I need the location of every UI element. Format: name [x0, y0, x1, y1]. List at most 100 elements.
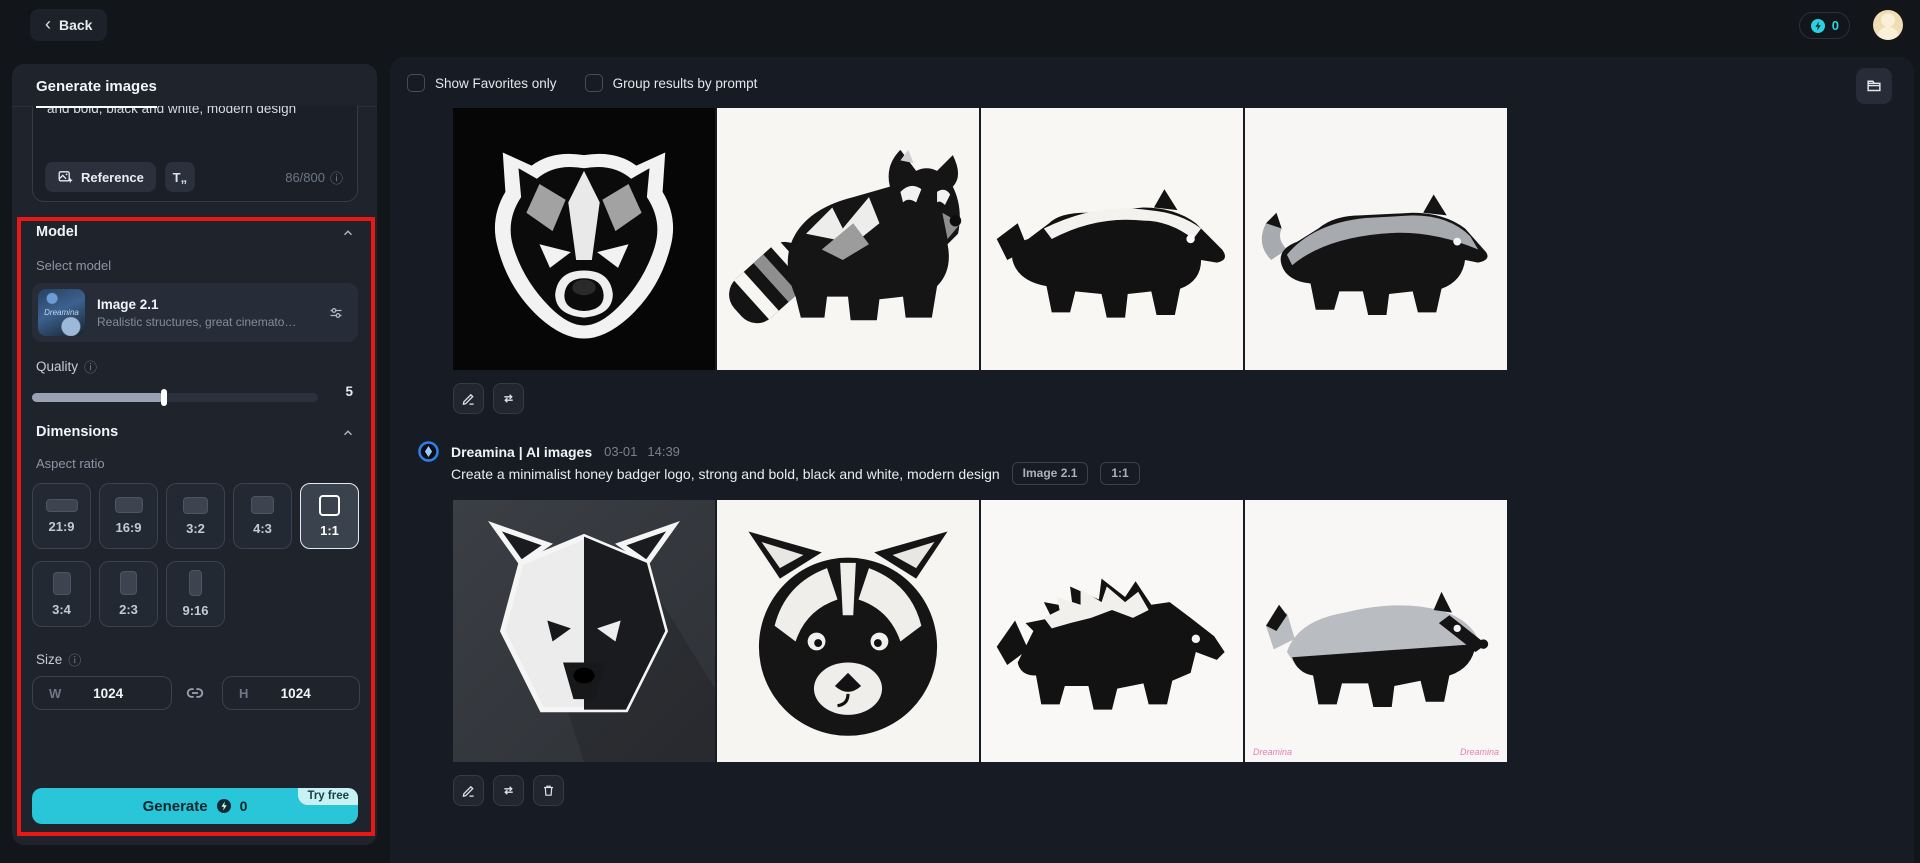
- show-favorites-checkbox[interactable]: [407, 74, 425, 92]
- model-thumbnail: Dreamina: [38, 289, 85, 336]
- generation-row-current: Dreamina Dreamina: [453, 500, 1507, 762]
- pencil-icon: [461, 783, 476, 798]
- back-button[interactable]: ‹ Back: [30, 9, 108, 41]
- ratio-tag[interactable]: 1:1: [1100, 462, 1140, 485]
- quality-slider[interactable]: [32, 389, 318, 406]
- size-label-row: Size ⓘ: [36, 650, 81, 669]
- aspect-ratio-label: Aspect ratio: [36, 456, 105, 471]
- generated-image-gray-back-badger[interactable]: Dreamina Dreamina: [1245, 500, 1507, 762]
- regenerate-button[interactable]: [493, 383, 524, 414]
- credit-coin-icon: [1810, 18, 1826, 34]
- reference-label: Reference: [81, 169, 144, 185]
- repeat-icon: [501, 391, 516, 406]
- quality-slider-fill: [32, 393, 164, 402]
- previous-generation-actions: [453, 383, 524, 414]
- user-avatar[interactable]: [1873, 10, 1903, 40]
- generation-app-name: Dreamina | AI images: [451, 443, 593, 460]
- width-input-value: 1024: [93, 685, 124, 701]
- ratio-shape-icon: [114, 497, 143, 513]
- results-panel: Show Favorites only Group results by pro…: [390, 57, 1914, 863]
- quality-value: 5: [345, 384, 353, 399]
- folder-icon: [1865, 77, 1883, 95]
- generation-meta: Dreamina | AI images 03-01 14:39: [418, 441, 680, 462]
- aspect-ratio-3-4[interactable]: 3:4: [32, 561, 91, 627]
- credits-pill[interactable]: 0: [1798, 12, 1850, 39]
- model-description: Realistic structures, great cinematog…: [97, 314, 297, 329]
- quality-slider-thumb[interactable]: [160, 389, 167, 406]
- text-style-button[interactable]: T„: [164, 162, 195, 192]
- prompt-textarea[interactable]: and bold, black and white, modern design…: [32, 106, 358, 202]
- link-dimensions-icon[interactable]: [184, 682, 206, 704]
- ratio-shape-icon: [319, 494, 340, 516]
- show-favorites-filter[interactable]: Show Favorites only: [407, 74, 557, 92]
- prompt-toolbar: Reference T„ 86/800 ⓘ: [45, 162, 343, 192]
- ratio-shape-icon: [251, 496, 274, 514]
- generate-label: Generate: [142, 797, 208, 815]
- asset-panel-button[interactable]: [1856, 68, 1892, 104]
- generated-image-badger-head-mascot[interactable]: [453, 108, 715, 370]
- aspect-ratio-3-2[interactable]: 3:2: [166, 483, 225, 549]
- generation-date: 03-01: [604, 444, 638, 459]
- current-generation-actions: [453, 775, 564, 806]
- width-input-label: W: [49, 685, 62, 701]
- panel-title: Generate images: [36, 78, 157, 108]
- generation-row-previous: [453, 108, 1507, 370]
- generated-image-round-badger-face[interactable]: [717, 500, 979, 762]
- model-tag[interactable]: Image 2.1: [1011, 462, 1089, 485]
- back-chevron-icon: ‹: [45, 14, 51, 34]
- back-label: Back: [59, 17, 93, 33]
- edit-button[interactable]: [453, 775, 484, 806]
- generate-button[interactable]: Generate 0 Try free: [32, 788, 358, 824]
- info-icon: ⓘ: [329, 170, 343, 186]
- delete-button[interactable]: [533, 775, 564, 806]
- pencil-icon: [461, 391, 476, 406]
- aspect-ratio-1-1-selected[interactable]: 1:1: [300, 483, 359, 549]
- generated-image-walking-badger-gray-back[interactable]: [1245, 108, 1507, 370]
- repeat-icon: [501, 783, 516, 798]
- model-collapse-chevron-icon[interactable]: [341, 226, 355, 240]
- show-favorites-label: Show Favorites only: [435, 75, 557, 91]
- generated-image-walking-badger-white-stripe[interactable]: [981, 108, 1243, 370]
- height-input[interactable]: H 1024: [222, 676, 360, 710]
- group-results-filter[interactable]: Group results by prompt: [584, 74, 757, 92]
- select-model-label: Select model: [36, 258, 112, 273]
- generate-panel: Generate images and bold, black and whit…: [12, 64, 377, 845]
- edit-button[interactable]: [453, 383, 484, 414]
- text-style-icon: T„: [172, 169, 188, 185]
- generated-image-geometric-badger[interactable]: [717, 108, 979, 370]
- generated-image-spiky-badger-profile[interactable]: [981, 500, 1243, 762]
- info-icon: ⓘ: [84, 360, 98, 375]
- reference-button[interactable]: Reference: [45, 162, 156, 192]
- info-icon: ⓘ: [68, 653, 82, 668]
- height-input-value: 1024: [280, 685, 311, 701]
- generate-cost: 0: [239, 798, 248, 814]
- quality-label: Quality: [36, 359, 79, 374]
- aspect-ratio-4-3[interactable]: 4:3: [233, 483, 292, 549]
- character-counter: 86/800 ⓘ: [285, 169, 343, 186]
- width-input[interactable]: W 1024: [32, 676, 172, 710]
- try-free-badge: Try free: [298, 788, 358, 805]
- dimensions-collapse-chevron-icon[interactable]: [341, 426, 355, 440]
- regenerate-button[interactable]: [493, 775, 524, 806]
- credits-count: 0: [1831, 18, 1839, 33]
- aspect-ratio-9-16[interactable]: 9:16: [166, 561, 225, 627]
- size-label: Size: [36, 652, 63, 667]
- group-results-checkbox[interactable]: [584, 74, 603, 92]
- image-plus-icon: [57, 169, 73, 185]
- ratio-shape-icon: [52, 571, 71, 595]
- ratio-shape-icon: [183, 496, 208, 514]
- generated-image-split-head-gray[interactable]: [453, 500, 715, 762]
- watermark: Dreamina: [1253, 747, 1293, 757]
- credit-coin-icon: [216, 798, 232, 814]
- aspect-ratio-21-9[interactable]: 21:9: [32, 483, 91, 549]
- height-input-label: H: [239, 685, 249, 701]
- aspect-ratio-16-9[interactable]: 16:9: [99, 483, 158, 549]
- generation-time: 14:39: [647, 444, 680, 459]
- model-settings-icon[interactable]: [328, 305, 344, 321]
- generation-prompt: Create a minimalist honey badger logo, s…: [451, 465, 1000, 482]
- quality-label-row: Quality ⓘ: [36, 357, 97, 376]
- model-card[interactable]: Dreamina Image 2.1 Realistic structures,…: [32, 283, 358, 342]
- ratio-shape-icon: [189, 570, 202, 596]
- aspect-ratio-2-3[interactable]: 2:3: [99, 561, 158, 627]
- watermark: Dreamina: [1459, 747, 1499, 757]
